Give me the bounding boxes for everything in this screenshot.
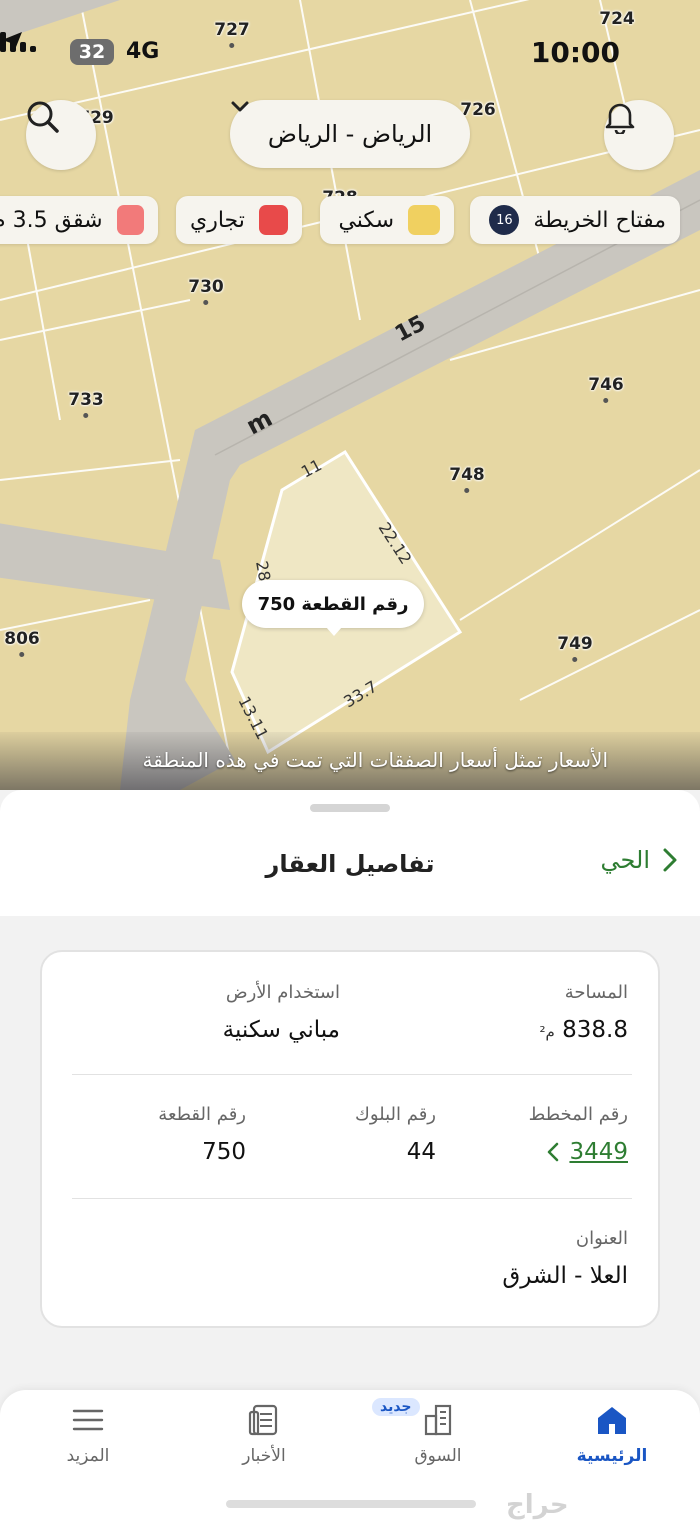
scheme-field[interactable]: رقم المخطط 3449 [529,1104,628,1165]
price-disclaimer: الأسعار تمثل أسعار الصفقات التي تمت في ه… [0,732,700,790]
map-key-chip[interactable]: مفتاح الخريطة 16 [470,196,680,244]
tab-more-label: المزيد [66,1446,110,1466]
home-icon [598,1407,626,1434]
haraj-watermark: حراج [506,1490,569,1520]
address-field: العنوان العلا - الشرق [502,1228,628,1289]
scheme-label: رقم المخطط [528,1104,628,1125]
district-back-button[interactable]: الحي [601,846,678,874]
city-selector-label: الرياض - الرياض [267,120,433,148]
area-field: المساحة 838.8 م² [540,982,628,1043]
block-value: 44 [406,1139,436,1165]
legend-chip-apartments[interactable]: شقق 3.5 م [0,196,158,244]
tab-home-label: الرئيسية [576,1446,648,1466]
status-time: 10:00 [530,36,620,69]
apartments-swatch [116,205,144,235]
address-value: العلا - الشرق [502,1263,628,1289]
city-selector[interactable]: الرياض - الرياض [230,100,470,168]
tab-news-label: الأخبار [242,1446,286,1466]
area-label: المساحة [564,982,628,1003]
chevron-down-icon [231,101,249,112]
search-icon [27,101,59,133]
battery-indicator: 32 [70,39,114,65]
legend-chip-residential[interactable]: سكني [320,196,454,244]
new-badge: جديد [372,1398,420,1416]
plot-label-bubble[interactable]: رقم القطعة 750 [242,580,424,636]
sheet-drag-handle[interactable] [310,804,390,812]
menu-icon [72,1409,104,1431]
commercial-swatch [258,205,288,235]
divider [72,1074,632,1075]
bell-icon [605,103,635,134]
district-back-label: الحي [600,846,650,874]
land-use-value: مباني سكنية [222,1017,340,1043]
home-indicator[interactable] [226,1500,476,1508]
notifications-button[interactable] [604,100,674,170]
legend-commercial-label: تجاري [190,207,245,233]
sheet-header: تفاصيل العقار الحي [0,790,700,916]
parcel-number[interactable]: 730 [188,277,224,305]
parcel-number[interactable]: 806 [4,629,40,657]
tab-news[interactable]: الأخبار [204,1390,324,1480]
map-view[interactable]: 15 m 11 22.12 28 33.7 13.11 727 724 729 … [0,0,700,790]
bottom-tab-bar: الرئيسية جديد السوق الأخبار المزيد حراج [0,1390,700,1522]
plot-number-value: 750 [202,1139,246,1165]
area-value: 838.8 م² [539,1017,628,1043]
location-arrow-icon [2,32,22,52]
residential-swatch [408,205,440,235]
land-use-field: استخدام الأرض مباني سكنية [223,982,340,1043]
tab-market[interactable]: جديد السوق [372,1390,498,1480]
address-label: العنوان [575,1228,628,1249]
divider [72,1198,632,1199]
parcel-number[interactable]: 749 [557,634,593,662]
parcel-number[interactable]: 748 [449,465,485,493]
search-button[interactable] [26,100,96,170]
chevron-left-icon [548,1142,559,1162]
status-bar: 32 4G 10:00 [0,30,700,74]
map-key-count: 16 [489,205,520,235]
block-field: رقم البلوك 44 [355,1104,436,1165]
parcel-number[interactable]: 733 [68,390,104,418]
legend-chip-commercial[interactable]: تجاري [176,196,302,244]
building-icon [424,1404,452,1436]
sheet-title: تفاصيل العقار [265,850,435,878]
network-label: 4G [126,39,160,64]
plot-number-label: رقم القطعة [158,1104,246,1125]
legend-apartments-label: شقق 3.5 م [0,207,103,233]
tab-home[interactable]: الرئيسية [552,1390,672,1480]
parcel-number[interactable]: 724 [599,9,635,29]
land-use-label: استخدام الأرض [225,982,340,1003]
legend-residential-label: سكني [338,207,394,233]
block-label: رقم البلوك [354,1104,436,1125]
property-details-card: المساحة 838.8 م² استخدام الأرض مباني سكن… [40,950,660,1328]
plot-field: رقم القطعة 750 [158,1104,246,1165]
scheme-value[interactable]: 3449 [529,1139,628,1165]
tab-more[interactable]: المزيد [28,1390,148,1480]
tab-market-label: السوق [414,1446,462,1466]
news-icon [248,1404,278,1436]
chevron-right-icon [663,848,677,872]
map-key-label: مفتاح الخريطة [533,207,666,233]
parcel-number[interactable]: 746 [588,375,624,403]
